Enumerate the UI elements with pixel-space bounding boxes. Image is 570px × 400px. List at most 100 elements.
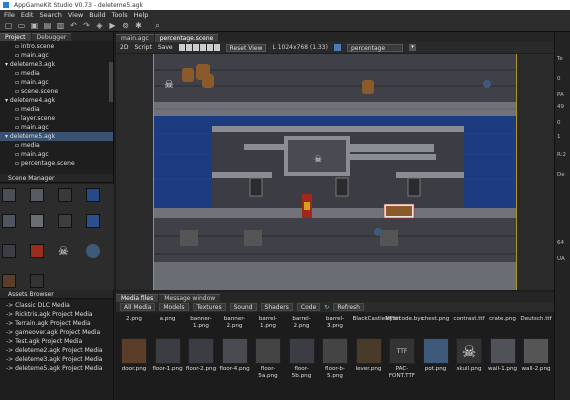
project-node[interactable]: ▾ deleteme5.agk (0, 132, 113, 141)
filter-textures[interactable]: Textures (192, 303, 226, 311)
media-file-item[interactable]: chest.png (420, 316, 452, 323)
media-thumbnail[interactable] (422, 338, 449, 364)
media-file-item[interactable]: barrel-1.png (252, 316, 284, 330)
media-file-item[interactable]: floor-4.png (219, 366, 251, 373)
asset-source-item[interactable]: -> Ricktris.agk Project Media (0, 310, 113, 319)
media-thumbnail[interactable] (523, 338, 549, 364)
stone-tile-thumb[interactable] (2, 214, 16, 228)
filter-all-media[interactable]: All Media (120, 303, 156, 311)
tree-item[interactable]: ▫ main.agc (0, 78, 113, 87)
tree-item[interactable]: ▫ media (0, 69, 113, 78)
media-file-item[interactable]: banner-1.png (185, 316, 217, 330)
asset-source-item[interactable]: -> deleteme5.agk Project Media (0, 364, 113, 373)
search-icon[interactable]: ⌕ (153, 21, 162, 30)
media-thumbnail[interactable] (188, 338, 214, 364)
water-tile-thumb[interactable] (86, 188, 100, 202)
refresh-icon[interactable]: ↻ (324, 304, 329, 311)
asset-source-item[interactable]: -> Terrain.agk Project Media (0, 319, 113, 328)
media-file-item[interactable]: floor-1.png (152, 366, 184, 373)
scene-render[interactable]: ☠ ☠ (116, 54, 554, 290)
filter-models[interactable]: Models (159, 303, 189, 311)
asset-source-item[interactable]: -> deleteme2.agk Project Media (0, 346, 113, 355)
menu-file[interactable]: File (4, 11, 15, 19)
align-icon[interactable] (213, 44, 220, 51)
door-tile-thumb[interactable] (58, 188, 72, 202)
mode-2d[interactable]: 2D (120, 44, 128, 51)
new-file-icon[interactable]: ▢ (4, 21, 13, 30)
media-file-item[interactable]: wall-1.png (487, 366, 519, 373)
refresh-button[interactable]: Refresh (333, 303, 364, 311)
wall-tile-thumb[interactable] (2, 188, 16, 202)
tree-item[interactable]: ▫ percentage.scene (0, 159, 113, 168)
door-tile-thumb[interactable] (58, 214, 72, 228)
media-file-item[interactable]: wall-2.png (520, 366, 552, 373)
media-thumbnail[interactable]: TTF (389, 338, 415, 364)
banner-thumb[interactable] (30, 244, 44, 258)
media-file-item[interactable]: barrel-2.png (286, 316, 318, 330)
media-thumbnail[interactable] (255, 338, 281, 364)
media-thumbnail[interactable] (154, 338, 181, 364)
tree-item[interactable]: ▫ scene.scene (0, 87, 113, 96)
asset-source-item[interactable]: -> Test.agk Project Media (0, 337, 113, 346)
scene-canvas[interactable]: ☠ ☠ (116, 54, 554, 290)
undo-icon[interactable]: ↶ (69, 21, 78, 30)
pot-thumb[interactable] (86, 244, 100, 258)
skull-icon[interactable]: ☠ (456, 338, 482, 364)
media-thumbnail[interactable] (121, 338, 147, 364)
menu-edit[interactable]: Edit (21, 11, 34, 19)
tree-item[interactable]: ▫ main.agc (0, 51, 113, 60)
project-node[interactable]: ▾ deleteme3.agk (0, 60, 113, 69)
compile-icon[interactable]: ◈ (95, 21, 104, 30)
tab-debugger[interactable]: Debugger (31, 33, 72, 41)
filter-shaders[interactable]: Shaders (260, 303, 293, 311)
media-file-item[interactable]: BlackCastleMF.ttf (353, 316, 401, 323)
media-file-item[interactable]: pot.png (420, 366, 452, 373)
align-icon[interactable] (199, 44, 206, 51)
tab-message-window[interactable]: Message window (159, 294, 221, 302)
media-file-item[interactable]: bytecode.byc (386, 316, 424, 323)
debug-icon[interactable]: ✱ (134, 21, 143, 30)
media-file-item[interactable]: floor-5b.png (286, 366, 318, 380)
filter-sound[interactable]: Sound (229, 303, 257, 311)
tree-item[interactable]: ▫ media (0, 141, 113, 150)
align-icon[interactable] (185, 44, 192, 51)
tab-main-agc[interactable]: main.agc (116, 34, 154, 42)
media-file-item[interactable]: contrast.ttf (453, 316, 485, 323)
script-button[interactable]: Script (134, 44, 151, 51)
close-icon[interactable]: ▥ (56, 21, 65, 30)
scene-select[interactable]: percentage (346, 43, 403, 52)
menu-help[interactable]: Help (134, 11, 149, 19)
run-icon[interactable]: ▶ (108, 21, 117, 30)
align-icon[interactable] (178, 44, 185, 51)
water-tile-thumb[interactable] (86, 214, 100, 228)
lever-thumb[interactable] (2, 274, 16, 288)
media-file-item[interactable]: a.png (152, 316, 184, 323)
filter-code[interactable]: Code (296, 303, 321, 311)
asset-source-item[interactable]: -> deleteme3.agk Project Media (0, 355, 113, 364)
menu-view[interactable]: View (68, 11, 83, 19)
menu-build[interactable]: Build (89, 11, 105, 19)
tree-item[interactable]: ▫ media (0, 105, 113, 114)
align-icon[interactable] (192, 44, 199, 51)
media-thumbnail[interactable] (288, 338, 315, 364)
media-file-item[interactable]: 2.png (118, 316, 150, 323)
project-node[interactable]: ▾ deleteme4.agk (0, 96, 113, 105)
menu-tools[interactable]: Tools (112, 11, 128, 19)
save-button[interactable]: Save (158, 44, 173, 51)
media-file-item[interactable]: door.png (118, 366, 150, 373)
tree-item[interactable]: ▫ main.agc (0, 150, 113, 159)
media-file-item[interactable]: crate.png (487, 316, 519, 323)
tree-item[interactable]: ▫ intro.scene (0, 42, 113, 51)
media-file-item[interactable]: skull.png (453, 366, 485, 373)
project-scrollbar[interactable] (109, 62, 113, 102)
save-all-icon[interactable]: ▤ (43, 21, 52, 30)
media-file-item[interactable]: floor-b-5.png (319, 366, 351, 380)
tab-project[interactable]: Project (0, 33, 31, 41)
floor-tile-thumb[interactable] (2, 244, 16, 258)
stone-tile-thumb[interactable] (30, 214, 44, 228)
media-file-item[interactable]: floor-5a.png (252, 366, 284, 380)
tree-item[interactable]: ▫ layer.scene (0, 114, 113, 123)
align-icon[interactable] (206, 44, 213, 51)
media-file-item[interactable]: lever.png (353, 366, 385, 373)
tab-percentage-scene[interactable]: percentage.scene (154, 34, 219, 42)
